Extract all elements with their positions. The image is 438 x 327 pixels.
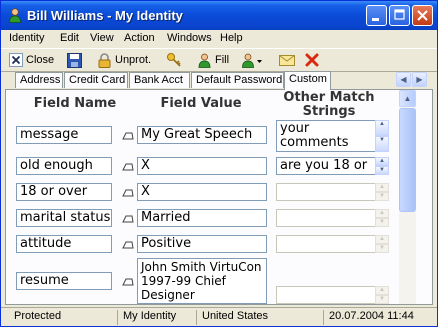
match-strings-input[interactable]: are you 18 or (276, 157, 376, 175)
field-name-input[interactable]: 18 or over (16, 183, 112, 201)
close-label: Close (26, 54, 55, 66)
match-strings-input[interactable] (276, 235, 376, 253)
eraser-icon[interactable] (122, 163, 134, 171)
field-value-input[interactable]: X (137, 157, 267, 175)
field-name-header: Field Name (33, 96, 117, 111)
field-value-input[interactable]: Married (137, 209, 267, 227)
minimize-icon (372, 18, 379, 21)
menu-help[interactable]: Help (220, 32, 243, 44)
tab-strip: Address Credit Card Bank Acct Default Pa… (5, 71, 435, 90)
delete-icon (305, 53, 319, 67)
field-name-input[interactable]: attitude (16, 235, 112, 253)
fill-user-icon (198, 53, 211, 68)
unprotect-label: Unprot. (115, 54, 152, 66)
floppy-disk-icon (67, 52, 82, 68)
eraser-icon[interactable] (122, 132, 134, 140)
field-value-input[interactable]: Positive (137, 235, 267, 253)
tab-address[interactable]: Address (15, 72, 63, 88)
match-strings-spinner[interactable]: ▲ ▼ (375, 157, 389, 175)
menu-windows[interactable]: Windows (167, 32, 212, 44)
close-identity-button[interactable]: Close (9, 51, 54, 69)
window-title: Bill Williams - My Identity (27, 8, 183, 23)
envelope-icon (279, 55, 295, 66)
identity-menu-icon (242, 53, 262, 68)
scroll-thumb[interactable] (399, 108, 416, 212)
vertical-scrollbar[interactable]: ▲ (399, 90, 416, 304)
match-strings-input[interactable] (276, 183, 376, 201)
user-icon (9, 8, 21, 23)
tab-default-password[interactable]: Default Password (191, 72, 284, 88)
delete-button[interactable] (305, 51, 319, 69)
tab-credit-card[interactable]: Credit Card (64, 72, 128, 88)
field-name-input[interactable]: old enough (16, 157, 112, 175)
eraser-icon[interactable] (122, 241, 134, 249)
close-icon (417, 10, 428, 21)
fill-label: Fill (215, 54, 230, 66)
field-value-input[interactable]: John Smith VirtuCon 1997-99 Chief Design… (137, 258, 267, 304)
eraser-icon[interactable] (122, 278, 134, 286)
match-strings-spinner[interactable]: ▲ ▼ (375, 209, 389, 227)
status-country: United States (202, 310, 269, 322)
field-name-input[interactable]: message (16, 126, 112, 144)
match-strings-spinner[interactable]: ▲ ▼ (375, 235, 389, 253)
tab-scroll-left-button[interactable]: ◀ (396, 72, 411, 87)
close-window-button[interactable] (412, 5, 433, 26)
menu-view[interactable]: View (90, 32, 114, 44)
eraser-icon[interactable] (122, 189, 134, 197)
match-strings-input[interactable]: your comments (276, 120, 376, 152)
status-bar: Protected My Identity United States 20.0… (1, 307, 437, 326)
field-name-input[interactable]: resume (16, 272, 112, 290)
identity-dropdown-button[interactable] (241, 51, 263, 69)
menu-bar: Identity Edit View Action Windows Help (1, 30, 437, 48)
tab-custom[interactable]: Custom (284, 71, 331, 90)
title-bar[interactable]: Bill Williams - My Identity (1, 1, 437, 30)
padlock-icon (98, 52, 111, 68)
field-value-header: Field Value (160, 96, 242, 111)
mail-button[interactable] (279, 51, 295, 69)
save-button[interactable] (67, 51, 82, 69)
match-strings-spinner[interactable]: ▲ ▼ (375, 286, 389, 304)
field-value-input[interactable]: My Great Speech (137, 126, 267, 144)
fill-button[interactable]: Fill (197, 51, 229, 69)
app-window: Bill Williams - My Identity Identity Edi… (0, 0, 438, 327)
scroll-up-button[interactable]: ▲ (399, 90, 416, 107)
menu-edit[interactable]: Edit (60, 32, 79, 44)
other-match-header-line2: Strings (302, 104, 356, 119)
other-match-header-line1: Other Match (283, 90, 375, 105)
status-datetime: 20.07.2004 11:44 (329, 310, 414, 322)
menu-action[interactable]: Action (124, 32, 155, 44)
tab-scroll-right-button[interactable]: ▶ (412, 72, 427, 87)
close-x-icon (9, 53, 23, 67)
key-icon (167, 53, 181, 67)
match-strings-input[interactable] (276, 286, 376, 304)
custom-fields-panel: Field Name Field Value Other Match Strin… (5, 89, 433, 305)
maximize-button[interactable] (389, 5, 410, 26)
field-name-input[interactable]: marital status (16, 209, 112, 227)
menu-identity[interactable]: Identity (9, 32, 44, 44)
match-strings-spinner[interactable]: ▲ ▼ (375, 120, 389, 152)
maximize-icon (394, 9, 405, 20)
status-protection: Protected (14, 310, 62, 322)
minimize-button[interactable] (366, 5, 387, 26)
field-value-input[interactable]: X (137, 183, 267, 201)
match-strings-spinner[interactable]: ▲ ▼ (375, 183, 389, 201)
status-identity: My Identity (123, 310, 177, 322)
eraser-icon[interactable] (122, 215, 134, 223)
toolbar: Close Unprot. Fill (1, 48, 437, 72)
key-button[interactable] (166, 51, 182, 69)
match-strings-input[interactable] (276, 209, 376, 227)
unprotect-button[interactable]: Unprot. (97, 51, 151, 69)
tab-bank-acct[interactable]: Bank Acct (129, 72, 190, 88)
